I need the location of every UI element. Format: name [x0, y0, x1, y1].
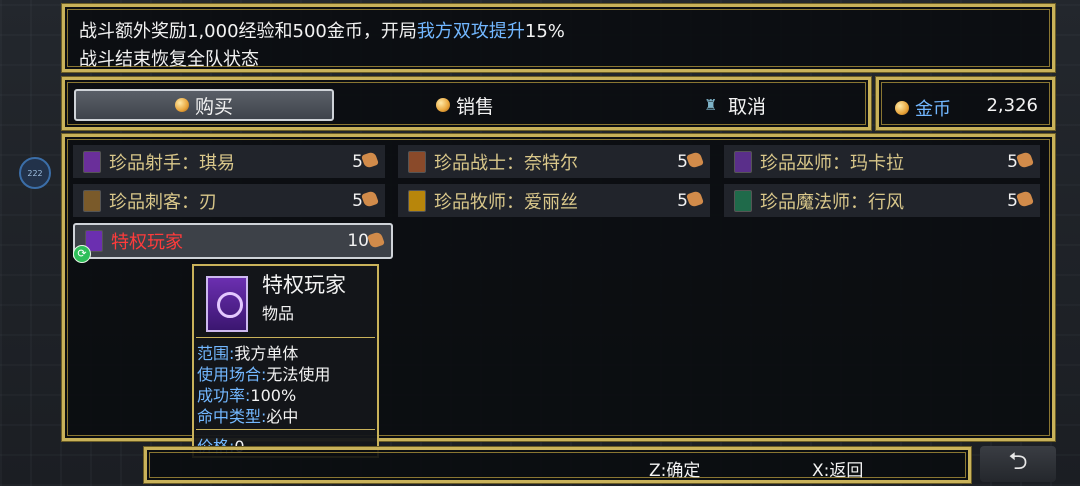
sync-icon: ⟳ [73, 245, 91, 263]
cancel-button[interactable]: ♜ 取消 [635, 89, 835, 121]
divider [196, 429, 375, 430]
bag-icon [686, 190, 704, 208]
shop-menu: 购买 销售 ♜ 取消 [61, 76, 872, 131]
card-icon [83, 189, 101, 212]
divider [196, 337, 375, 338]
bag-icon [686, 151, 704, 169]
coin-icon [895, 101, 909, 115]
coin-icon [174, 98, 189, 112]
back-arrow-button[interactable]: ⮌ [980, 446, 1056, 482]
gold-panel: 金币 2,326 [875, 76, 1056, 131]
list-item[interactable]: 珍品巫师：玛卡拉 5 [724, 145, 1040, 178]
card-icon [734, 189, 752, 212]
tooltip-hit-type: 命中类型:必中 [197, 407, 299, 426]
card-icon [734, 150, 752, 173]
list-item[interactable]: 珍品魔法师：行风 5 [724, 184, 1040, 217]
description-line-2: 战斗结束恢复全队状态 [79, 49, 259, 70]
bag-icon [361, 151, 379, 169]
gold-value: 2,326 [986, 95, 1038, 116]
control-hints: Z:确定 X:返回 [143, 446, 972, 484]
list-item[interactable]: 珍品战士：奈特尔 5 [398, 145, 710, 178]
gold-label: 金币 [895, 95, 951, 121]
buy-button[interactable]: 购买 [74, 89, 334, 121]
figure-icon: ♜ [703, 96, 718, 114]
item-card-icon [206, 276, 248, 332]
description-line-1: 战斗额外奖励1,000经验和500金币，开局我方双攻提升15% [79, 21, 565, 42]
sell-button[interactable]: 销售 [365, 89, 565, 121]
confirm-hint[interactable]: Z:确定 [649, 456, 700, 481]
card-icon [408, 150, 426, 173]
player-avatar[interactable]: 222 [19, 157, 51, 189]
card-icon [408, 189, 426, 212]
tooltip-item-name: 特权玩家 [262, 273, 346, 297]
list-item-selected[interactable]: 特权玩家 10 [73, 223, 393, 259]
list-item[interactable]: 珍品射手：琪易 5 [73, 145, 385, 178]
list-item[interactable]: 珍品牧师：爱丽丝 5 [398, 184, 710, 217]
event-description-panel: 战斗额外奖励1,000经验和500金币，开局我方双攻提升15% 战斗结束恢复全队… [61, 3, 1056, 73]
coin-icon [435, 98, 450, 112]
card-icon [83, 150, 101, 173]
back-hint[interactable]: X:返回 [812, 456, 863, 481]
tooltip-item-type: 物品 [262, 304, 295, 323]
bag-icon [367, 231, 385, 249]
bag-icon [361, 190, 379, 208]
list-item[interactable]: 珍品刺客：刃 5 [73, 184, 385, 217]
bag-icon [1016, 190, 1034, 208]
return-arrow-icon: ⮌ [1008, 446, 1028, 475]
item-tooltip: 特权玩家 物品 范围:我方单体 使用场合:无法使用 成功率:100% 命中类型:… [192, 264, 379, 458]
bag-icon [1016, 151, 1034, 169]
